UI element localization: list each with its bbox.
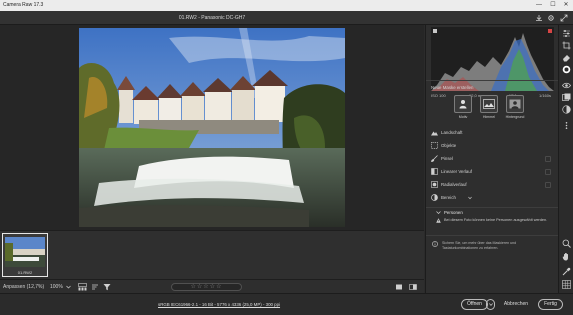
landscape-icon [431,131,438,136]
divider [426,235,559,236]
filmstrip-thumbnail[interactable]: 01.RW2 [2,233,48,277]
done-button[interactable]: Fertig [538,299,563,310]
divider [426,207,559,208]
filter-icon[interactable] [103,283,111,291]
objects-icon [431,142,438,149]
close-icon[interactable]: ✕ [559,0,573,11]
radial-gradient-icon [431,181,438,188]
mask-tool-landscape[interactable]: Landschaft [431,128,551,138]
preview-image [79,28,345,227]
chevron-down-icon [489,303,493,306]
minimize-icon[interactable]: — [532,0,546,11]
shortcut-key [545,182,551,188]
background-mask-label: Hintergrund [505,115,525,119]
window-title: Camera Raw 17.3 [3,2,44,8]
warning-icon [436,218,441,223]
status-bar: Anpassen (12,7%) 100% ☆☆☆☆☆ [0,279,424,293]
workflow-options-link[interactable]: sRGB IEC61966-2.1 - 16 Bit - 5776 x 4336… [158,294,280,315]
mask-tool-label: Objekte [441,143,457,148]
file-header-bar: 01.RW2 - Panasonic DC-GH7 [0,11,573,25]
mask-tool-brush[interactable]: Pinsel [431,154,551,164]
fit-zoom-label[interactable]: Anpassen (12,7%) [3,280,44,294]
collapse-chevron-icon[interactable] [436,210,441,215]
create-mask-title: Neue Maske erstellen [431,85,474,90]
save-icon[interactable] [535,14,543,22]
persons-message: Bei diesem Foto können keine Personen au… [444,218,548,222]
edit-sliders-icon[interactable] [562,29,571,38]
crop-icon[interactable] [562,41,571,50]
chevron-down-icon[interactable] [468,196,472,200]
range-icon [431,194,438,201]
person-icon [459,100,467,109]
grid-overlay-icon[interactable] [562,280,571,289]
mask-tool-objects[interactable]: Objekte [431,141,551,151]
subject-mask-button[interactable] [454,95,472,113]
more-options-icon[interactable] [562,121,571,130]
linear-gradient-icon [431,168,438,175]
fullscreen-icon[interactable] [560,14,568,22]
mask-tool-label: Radialverlauf [441,182,467,187]
mask-tool-label: Pinsel [441,156,453,161]
bottom-bar: sRGB IEC61966-2.1 - 16 Bit - 5776 x 4336… [0,293,573,315]
snapshots-icon[interactable] [562,105,571,114]
sort-icon[interactable] [91,283,99,291]
masking-icon[interactable] [562,65,571,74]
mask-tool-linear-gradient[interactable]: Linearer Verlauf [431,167,551,177]
presets-icon[interactable] [562,93,571,102]
zoom-icon[interactable] [562,239,571,248]
background-mask-button[interactable] [506,95,524,113]
mask-tool-label: Linearer Verlauf [441,169,472,174]
compare-view-icon[interactable] [409,283,417,291]
mask-tool-range[interactable]: Bereich [431,193,551,203]
mask-tool-label: Bereich [441,195,456,200]
background-icon [509,99,521,109]
mask-tool-label: Landschaft [441,130,463,135]
histogram [431,27,554,91]
red-eye-icon[interactable] [562,81,571,90]
window-titlebar: Camera Raw 17.3 — ☐ ✕ [0,0,573,11]
healing-eraser-icon[interactable] [562,53,571,62]
masking-help-text: Sichern Sie, um mehr über das Maskieren … [442,241,517,250]
divider [426,80,559,81]
sky-icon [483,99,495,109]
shortcut-key [545,156,551,162]
iso-value: ISO 100 [431,93,446,98]
thumbnail-image [5,237,45,267]
hand-icon[interactable] [562,252,571,261]
brush-icon [431,155,438,162]
zoom-value[interactable]: 100% [50,280,63,294]
preview-canvas[interactable] [0,25,424,230]
filmstrip: 01.RW2 [0,230,424,279]
eyedropper-icon[interactable] [562,267,571,276]
right-panel: ISO 100 12,0 mm f/7,1 1/160s Neue Maske … [425,25,559,293]
sky-mask-button[interactable] [480,95,498,113]
star-rating[interactable]: ☆☆☆☆☆ [171,283,242,291]
open-dropdown-button[interactable] [486,299,495,310]
tool-strip [558,25,573,293]
shortcut-key [545,169,551,175]
file-title: 01.RW2 - Panasonic DC-GH7 [178,15,246,21]
filmstrip-grid-icon[interactable] [78,283,87,291]
maximize-icon[interactable]: ☐ [546,0,560,11]
help-icon[interactable] [432,241,438,247]
cancel-button[interactable]: Abbrechen [500,299,532,310]
single-view-icon[interactable] [395,283,403,291]
gear-icon[interactable] [547,14,555,22]
thumbnail-filename: 01.RW2 [17,270,33,275]
persons-section-title[interactable]: Personen [444,210,463,215]
chevron-down-icon[interactable] [66,285,71,289]
open-button[interactable]: Öffnen [461,299,488,310]
shutter-value: 1/160s [539,93,552,98]
mask-tool-radial-gradient[interactable]: Radialverlauf [431,180,551,190]
